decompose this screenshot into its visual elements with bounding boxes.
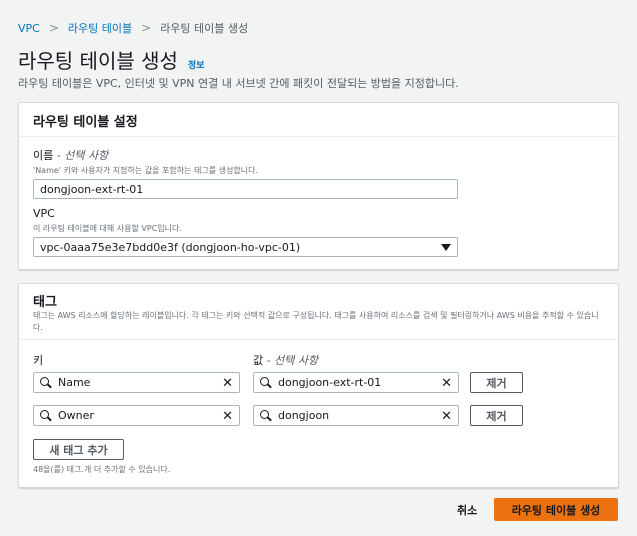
breadcrumb-vpc[interactable]: VPC — [18, 22, 40, 35]
close-icon[interactable]: ✕ — [441, 410, 452, 423]
tag-value-value: dongjoon — [278, 409, 330, 422]
vpc-label: VPC — [33, 207, 55, 220]
name-label: 이름 - 선택 사항 — [33, 147, 108, 163]
key-column-header: 키 — [33, 354, 44, 367]
name-label-text: 이름 — [33, 149, 54, 162]
tag-key-value: Name — [58, 376, 91, 389]
search-icon — [40, 409, 52, 422]
breadcrumb-current: 라우팅 테이블 생성 — [160, 22, 249, 35]
chevron-right-icon: > — [48, 21, 59, 35]
page-description: 라우팅 테이블은 VPC, 인터넷 및 VPN 연결 내 서브넷 간에 패킷이 … — [18, 77, 459, 90]
value-optional-text: - 선택 사항 — [263, 354, 319, 367]
add-tag-button[interactable]: 새 태그 추가 — [33, 439, 124, 460]
chevron-right-icon: > — [141, 21, 152, 35]
value-column-header: 값 - 선택 사항 — [253, 352, 318, 368]
close-icon[interactable]: ✕ — [222, 377, 233, 390]
page-header: 라우팅 테이블 생성 정보 — [18, 45, 204, 74]
divider — [19, 339, 618, 340]
settings-heading: 라우팅 테이블 설정 — [33, 115, 138, 130]
cancel-button[interactable]: 취소 — [457, 502, 477, 518]
tag-value-value: dongjoon-ext-rt-01 — [278, 376, 382, 389]
close-icon[interactable]: ✕ — [222, 410, 233, 423]
close-icon[interactable]: ✕ — [441, 377, 452, 390]
tags-heading: 태그 — [33, 295, 57, 310]
tag-value-input[interactable]: dongjoon-ext-rt-01 ✕ — [253, 372, 459, 393]
vpc-select-value: vpc-0aaa75e3e7bdd0e3f (dongjoon-ho-vpc-0… — [40, 240, 301, 254]
tag-value-input[interactable]: dongjoon ✕ — [253, 405, 459, 426]
breadcrumb-route-tables[interactable]: 라우팅 테이블 — [68, 20, 132, 36]
search-icon — [40, 376, 52, 389]
vpc-hint: 이 라우팅 테이블에 대해 사용할 VPC입니다. — [33, 224, 182, 233]
caret-down-icon — [441, 244, 451, 251]
remove-tag-button[interactable]: 제거 — [470, 372, 523, 393]
search-icon — [260, 376, 272, 389]
create-route-table-button[interactable]: 라우팅 테이블 생성 — [494, 498, 618, 521]
vpc-select[interactable]: vpc-0aaa75e3e7bdd0e3f (dongjoon-ho-vpc-0… — [33, 237, 458, 257]
name-hint: 'Name' 키와 사용자가 지정하는 값을 포함하는 태그를 생성합니다. — [33, 166, 258, 175]
value-header-text: 값 — [253, 354, 264, 367]
tags-panel: 태그 태그는 AWS 리소스에 할당하는 레이블입니다. 각 태그는 키와 선택… — [18, 283, 619, 488]
route-table-settings-panel: 라우팅 테이블 설정 이름 - 선택 사항 'Name' 키와 사용자가 지정하… — [18, 102, 619, 270]
name-field-value: dongjoon-ext-rt-01 — [40, 182, 144, 196]
breadcrumb: VPC > 라우팅 테이블 > 라우팅 테이블 생성 — [18, 20, 248, 36]
tag-key-value: Owner — [58, 409, 94, 422]
divider — [19, 136, 618, 137]
tag-key-input[interactable]: Owner ✕ — [33, 405, 240, 426]
info-link[interactable]: 정보 — [188, 58, 205, 71]
name-field[interactable]: dongjoon-ext-rt-01 — [33, 179, 458, 199]
name-optional-text: - 선택 사항 — [53, 149, 109, 162]
tags-description: 태그는 AWS 리소스에 할당하는 레이블입니다. 각 태그는 키와 선택적 값… — [33, 311, 599, 332]
search-icon — [260, 409, 272, 422]
remove-tag-button[interactable]: 제거 — [470, 405, 523, 426]
tag-limit-note: 48을(를) 태그.개 더 추가할 수 있습니다. — [33, 465, 171, 474]
tag-key-input[interactable]: Name ✕ — [33, 372, 240, 393]
page-title: 라우팅 테이블 생성 — [18, 49, 178, 73]
